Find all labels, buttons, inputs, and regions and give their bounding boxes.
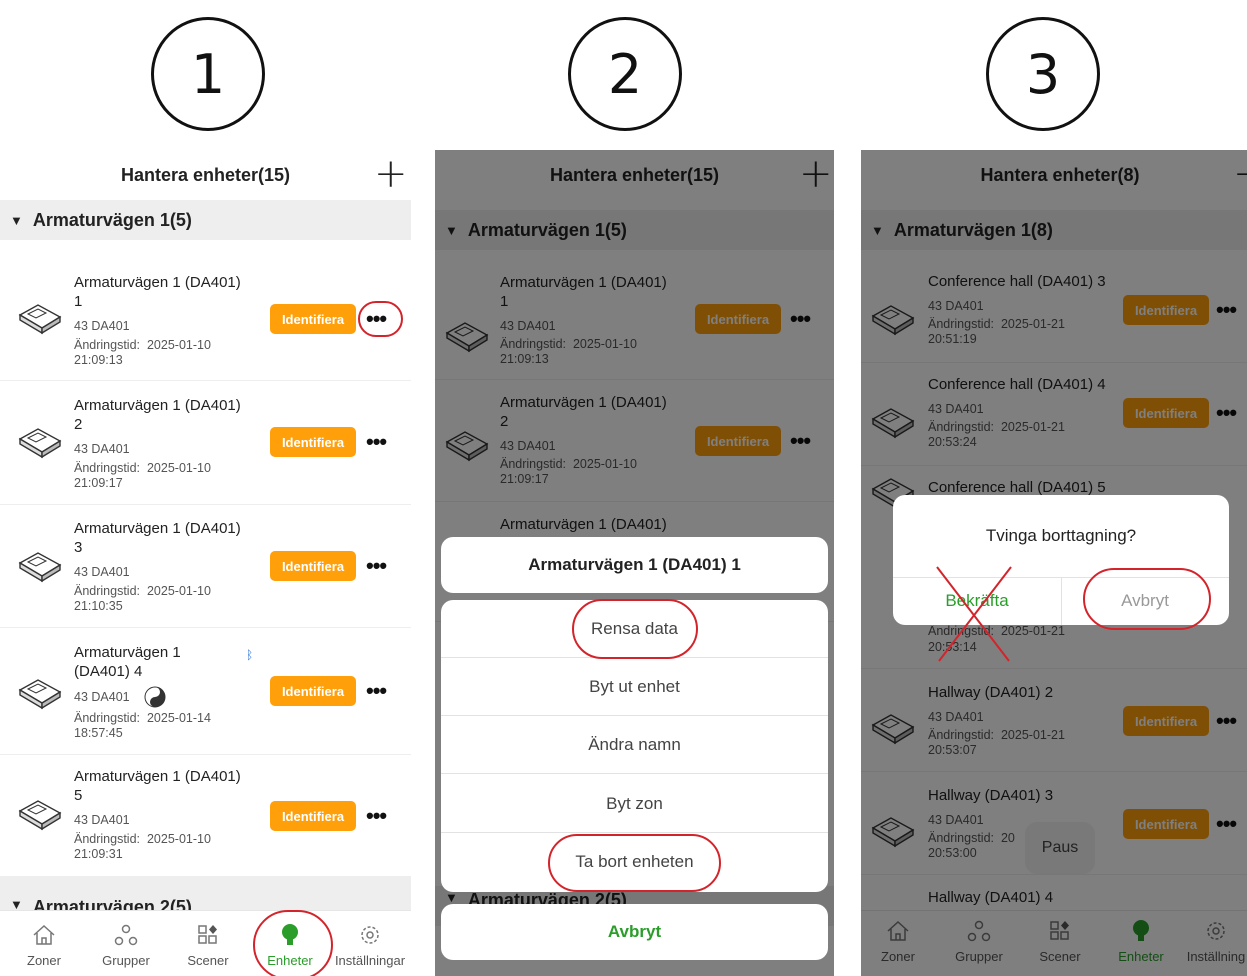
annotation-circle — [253, 910, 333, 976]
step-number-1: 1 — [151, 17, 265, 131]
device-row[interactable]: Armaturvägen 1 (DA401) 1 43 DA401 Ändrin… — [0, 262, 411, 381]
device-row[interactable]: Armaturvägen 1 (DA401) 4 ᛒ 43 DA401 Ändr… — [0, 628, 411, 755]
changed-time: Ändringstid: 2025-01-10 — [74, 461, 211, 475]
changed-time: Ändringstid: 2025-01-14 — [74, 711, 211, 725]
changed-clock: 18:57:45 — [74, 726, 123, 740]
changed-clock: 21:09:13 — [74, 353, 123, 367]
group-name: Armaturvägen 1(5) — [32, 209, 192, 230]
changed-clock: 21:09:17 — [74, 476, 123, 490]
step-number-2: 2 — [568, 17, 682, 131]
nav-grupper[interactable]: Grupper — [86, 923, 166, 968]
device-row[interactable]: Armaturvägen 1 (DA401) 5 43 DA401 Ändrin… — [0, 755, 411, 877]
device-model: 43 DA401 — [74, 319, 130, 333]
page-title: Hantera enheter(15) — [120, 164, 291, 185]
nav-zoner[interactable]: Zoner — [4, 923, 84, 968]
more-icon[interactable]: ••• — [366, 805, 387, 827]
device-row[interactable]: Armaturvägen 1 (DA401) 3 43 DA401 Ändrin… — [0, 505, 411, 628]
device-name: Armaturvägen 1 (DA401) — [74, 768, 241, 785]
device-name-line2: 1 — [74, 293, 83, 310]
device-name: Armaturvägen 1 (DA401) — [74, 520, 241, 537]
luminaire-icon — [16, 793, 64, 833]
change-zone-option[interactable]: Byt zon — [441, 775, 828, 833]
device-name-line2: 5 — [74, 787, 83, 804]
device-row[interactable]: Armaturvägen 1 (DA401) 2 43 DA401 Ändrin… — [0, 381, 411, 505]
identify-button[interactable]: Identifiera — [270, 676, 356, 706]
device-name: Armaturvägen 1 (DA401) — [74, 274, 241, 291]
replace-device-option[interactable]: Byt ut enhet — [441, 658, 828, 716]
device-model: 43 DA401 — [74, 442, 130, 456]
scene-icon — [198, 925, 217, 944]
changed-clock: 21:09:31 — [74, 847, 123, 861]
rename-option[interactable]: Ändra namn — [441, 716, 828, 774]
cancel-button[interactable]: Avbryt — [441, 904, 828, 960]
identify-button[interactable]: Identifiera — [270, 801, 356, 831]
luminaire-icon — [16, 672, 64, 712]
toast: Paus — [1025, 822, 1095, 874]
yin-yang-icon — [144, 686, 166, 708]
changed-time: Ändringstid: 2025-01-10 — [74, 338, 211, 352]
group-header[interactable]: ▼ Armaturvägen 1(5) — [0, 200, 411, 240]
bottom-nav: Zoner Grupper Scener Enheter Inställning… — [0, 910, 411, 976]
nav-installningar[interactable]: Inställningar — [325, 923, 411, 968]
annotation-circle — [1083, 568, 1211, 630]
caret-down-icon: ▼ — [10, 212, 23, 228]
identify-button[interactable]: Identifiera — [270, 427, 356, 457]
bluetooth-icon: ᛒ — [246, 648, 254, 662]
device-model: 43 DA401 — [74, 565, 130, 579]
nav-scener[interactable]: Scener — [168, 923, 248, 968]
device-name: Armaturvägen 1 (DA401) — [74, 397, 241, 414]
device-name-line2: 3 — [74, 539, 83, 556]
gear-icon — [361, 926, 379, 944]
more-icon[interactable]: ••• — [366, 431, 387, 453]
changed-time: Ändringstid: 2025-01-10 — [74, 584, 211, 598]
action-sheet-title: Armaturvägen 1 (DA401) 1 — [441, 537, 828, 593]
screen-device-list: Hantera enheter(15) + ▼ Armaturvägen 1(5)… — [0, 150, 411, 976]
device-name-line2: 2 — [74, 416, 83, 433]
annotation-circle — [572, 599, 698, 659]
more-icon[interactable]: ••• — [366, 680, 387, 702]
device-model: 43 DA401 — [74, 690, 130, 704]
home-icon — [33, 924, 55, 945]
annotation-circle — [358, 301, 403, 337]
device-model: 43 DA401 — [74, 813, 130, 827]
device-name-line2: (DA401) 4 — [74, 663, 143, 680]
annotation-circle — [548, 834, 721, 892]
screen-confirm-dialog: Hantera enheter(8) + ▼Armaturvägen 1(8) … — [861, 150, 1247, 976]
more-icon[interactable]: ••• — [366, 555, 387, 577]
changed-clock: 21:10:35 — [74, 599, 123, 613]
luminaire-icon — [16, 297, 64, 337]
changed-time: Ändringstid: 2025-01-10 — [74, 832, 211, 846]
luminaire-icon — [16, 421, 64, 461]
red-cross-mark — [936, 566, 1012, 662]
step-number-3: 3 — [986, 17, 1100, 131]
luminaire-icon — [16, 545, 64, 585]
add-device-button[interactable]: + — [374, 154, 408, 194]
screen-action-sheet: Hantera enheter(15) + ▼Armaturvägen 1(5)… — [435, 150, 834, 976]
identify-button[interactable]: Identifiera — [270, 551, 356, 581]
group-icon — [114, 924, 138, 946]
device-name: Armaturvägen 1 — [74, 644, 181, 661]
identify-button[interactable]: Identifiera — [270, 304, 356, 334]
